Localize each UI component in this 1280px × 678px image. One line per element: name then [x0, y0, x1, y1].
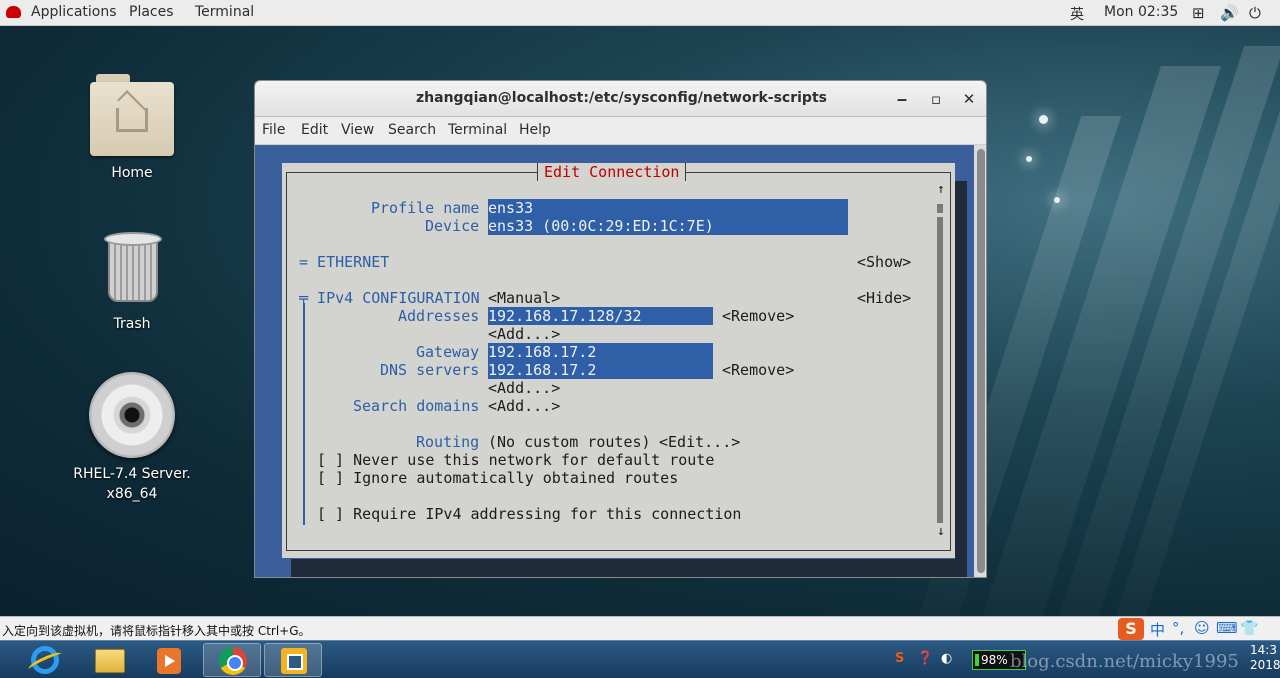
ime-punct-icon[interactable]: °,	[1172, 619, 1184, 637]
menu-search[interactable]: Search	[388, 122, 436, 138]
ignore-routes-checkbox[interactable]: [ ] Ignore automatically obtained routes	[317, 469, 678, 487]
internet-explorer-icon	[31, 646, 59, 674]
add-dns-button[interactable]: <Add...>	[488, 379, 560, 397]
ime-keyboard-icon[interactable]: ⌨	[1216, 619, 1238, 637]
ime-voice-icon[interactable]: ☺	[1194, 619, 1210, 637]
menu-edit[interactable]: Edit	[301, 122, 328, 138]
taskbar-ie[interactable]	[16, 643, 74, 677]
dvd-icon-label-line2[interactable]: x86_64	[62, 486, 202, 502]
light-dot	[1039, 115, 1048, 124]
sogou-logo-icon[interactable]: S	[1118, 618, 1144, 640]
file-explorer-icon	[95, 649, 125, 673]
terminal-menubar: File Edit View Search Terminal Help	[255, 117, 986, 145]
terminal-scroll-thumb[interactable]	[977, 149, 985, 573]
menu-terminal[interactable]: Terminal	[448, 122, 507, 138]
gateway-field[interactable]: 192.168.17.2	[488, 343, 713, 361]
ethernet-show-button[interactable]: <Show>	[857, 253, 911, 271]
maximize-icon[interactable]: ▫	[925, 88, 947, 110]
window-titlebar[interactable]: zhangqian@localhost:/etc/sysconfig/netwo…	[255, 81, 986, 117]
add-search-domain-button[interactable]: <Add...>	[488, 397, 560, 415]
profile-name-field[interactable]: ens33	[488, 199, 848, 217]
dialog-title: Edit Connection	[537, 163, 687, 181]
clock[interactable]: Mon 02:35	[1104, 4, 1178, 20]
ipv4-hide-button[interactable]: <Hide>	[857, 289, 911, 307]
dvd-icon-label[interactable]: RHEL-7.4 Server.	[62, 466, 202, 482]
terminal-scrollbar[interactable]	[974, 145, 986, 577]
taskbar-clock-date: 2018/7	[1250, 658, 1280, 672]
scroll-down-arrow[interactable]: ↓	[937, 523, 945, 541]
dialog-scroll-track[interactable]	[937, 217, 943, 523]
taskbar-explorer[interactable]	[80, 643, 138, 677]
close-icon[interactable]: ✕	[958, 88, 980, 110]
menu-file[interactable]: File	[262, 122, 285, 138]
never-default-route-checkbox[interactable]: [ ] Never use this network for default r…	[317, 451, 714, 469]
dvd-disc-icon[interactable]	[89, 372, 175, 458]
address-field[interactable]: 192.168.17.128/32	[488, 307, 713, 325]
terminal-app-menu[interactable]: Terminal	[195, 4, 254, 20]
add-address-button[interactable]: <Add...>	[488, 325, 560, 343]
help-tray-icon[interactable]: ❓	[917, 651, 933, 666]
ipv4-section-line	[303, 303, 305, 525]
profile-name-label: Profile name	[371, 199, 480, 217]
trash-icon[interactable]	[104, 232, 162, 304]
status-message: 入定向到该虚拟机，请将鼠标指针移入其中或按 Ctrl+G。	[2, 624, 311, 638]
home-folder-icon[interactable]	[90, 74, 174, 156]
dialog-scroll-marker[interactable]	[937, 204, 943, 213]
ime-toolbar: S 中 °, ☺ ⌨ 👕	[1116, 618, 1280, 640]
dns-servers-label: DNS servers	[380, 361, 480, 379]
edit-connection-dialog: Edit Connection Profile name ens33 Devic…	[282, 163, 955, 558]
vmware-icon	[281, 648, 307, 674]
ime-mode-icon[interactable]: 中	[1150, 619, 1165, 640]
require-ipv4-checkbox[interactable]: [ ] Require IPv4 addressing for this con…	[317, 505, 741, 523]
addresses-label: Addresses	[398, 307, 480, 325]
device-field[interactable]: ens33 (00:0C:29:ED:1C:7E)	[488, 217, 848, 235]
dialog-shadow	[291, 559, 967, 577]
home-icon-label[interactable]: Home	[62, 165, 202, 181]
sogou-tray-icon[interactable]: S	[895, 651, 904, 666]
ipv4-section[interactable]: ╤ IPv4 CONFIGURATION	[299, 289, 480, 307]
volume-icon[interactable]: 🔊	[1220, 4, 1239, 22]
places-menu[interactable]: Places	[129, 4, 174, 20]
routing-edit-button[interactable]: <Edit...>	[659, 433, 740, 451]
trash-icon-label[interactable]: Trash	[62, 316, 202, 332]
chrome-icon	[219, 647, 247, 675]
menu-help[interactable]: Help	[519, 122, 551, 138]
taskbar-chrome[interactable]	[203, 643, 261, 677]
gateway-label: Gateway	[416, 343, 480, 361]
light-dot	[1026, 156, 1032, 162]
power-icon[interactable]: ⏻	[1249, 4, 1261, 22]
dialog-shadow-right	[955, 181, 967, 565]
ime-tools-icon[interactable]: 👕	[1240, 619, 1259, 637]
csdn-watermark: blog.csdn.net/micky1995	[1010, 651, 1239, 672]
redhat-logo-icon	[6, 6, 21, 18]
vmware-status-bar: 入定向到该虚拟机，请将鼠标指针移入其中或按 Ctrl+G。 S 中 °, ☺ ⌨…	[0, 616, 1280, 640]
input-method-indicator[interactable]: 英	[1070, 4, 1084, 24]
window-title: zhangqian@localhost:/etc/sysconfig/netwo…	[416, 90, 827, 106]
host-taskbar: S ❓ ◐ 98% blog.csdn.net/micky1995 14:3 2…	[0, 640, 1280, 678]
scroll-up-arrow[interactable]: ↑	[937, 181, 945, 199]
remove-address-button[interactable]: <Remove>	[722, 307, 794, 325]
menu-view[interactable]: View	[341, 122, 374, 138]
taskbar-media[interactable]	[140, 643, 198, 677]
media-player-icon	[157, 648, 181, 674]
dns-server-field[interactable]: 192.168.17.2	[488, 361, 713, 379]
ethernet-section[interactable]: = ETHERNET	[299, 253, 389, 271]
taskbar-vmware[interactable]	[264, 643, 322, 677]
routing-label: Routing	[416, 433, 480, 451]
taskbar-clock[interactable]: 14:3 2018/7	[1250, 643, 1280, 673]
remove-dns-button[interactable]: <Remove>	[722, 361, 794, 379]
search-domains-label: Search domains	[353, 397, 480, 415]
ipv4-mode-select[interactable]: <Manual>	[488, 289, 560, 307]
minimize-icon[interactable]: ‒	[891, 88, 913, 110]
taskbar-clock-time: 14:3	[1250, 643, 1277, 657]
tray-icon[interactable]: ◐	[941, 651, 952, 666]
applications-menu[interactable]: Applications	[31, 4, 117, 20]
routing-value: (No custom routes)	[488, 433, 651, 451]
light-dot	[1054, 197, 1060, 203]
device-label: Device	[425, 217, 480, 235]
network-icon[interactable]: ⊞	[1192, 4, 1205, 22]
top-panel: Applications Places Terminal 英 Mon 02:35…	[0, 0, 1280, 26]
